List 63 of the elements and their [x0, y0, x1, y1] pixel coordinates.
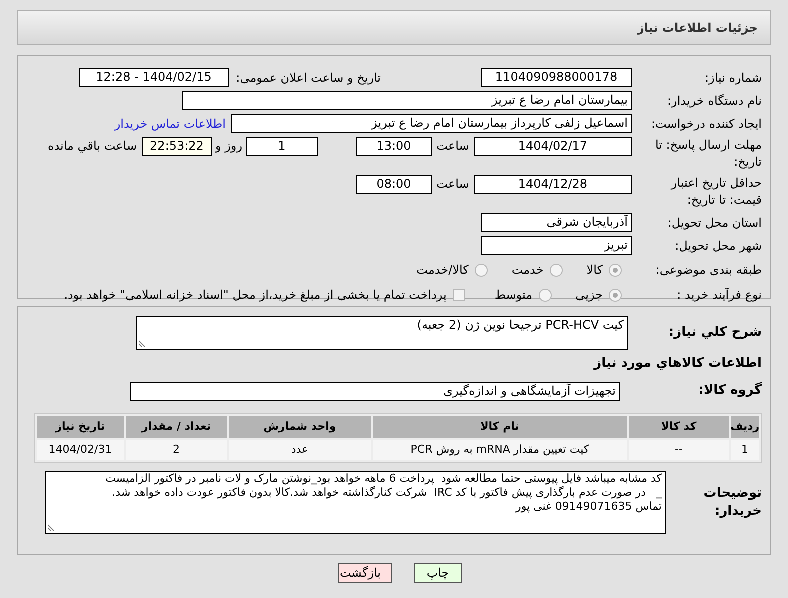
column-header: کد کالا	[629, 416, 729, 438]
creator-field: اسماعیل زلفی کارپرداز بیمارستان امام رضا ع تبریز	[231, 114, 632, 133]
field-label: شهر محل تحویل:	[674, 238, 762, 254]
radio-button[interactable]	[474, 264, 488, 276]
table-cell: 1	[731, 440, 759, 460]
field-label: ساعت باقي مانده	[48, 138, 137, 155]
days-field: 1	[246, 137, 318, 156]
table-cell: عدد	[229, 440, 371, 460]
radio-label: کالا/خدمت	[416, 262, 469, 279]
page-title: جزئیات اطلاعات نیاز	[637, 20, 758, 36]
field-label: حداقل تاریخ اعتبار قیمت: تا تاریخ:	[670, 175, 762, 209]
field-label: شرح كلي نياز:	[668, 324, 762, 342]
field-label: شماره نیاز:	[704, 70, 762, 86]
field-label: توضیحات خریدار:	[702, 484, 762, 520]
field-label: طبقه بندی موضوعی:	[654, 262, 762, 279]
checkbox[interactable]	[452, 289, 465, 301]
field-label: ساعت	[436, 176, 470, 193]
field-label: تاریخ و ساعت اعلان عمومی:	[235, 70, 381, 86]
validity-date-field: 1404/12/28	[474, 175, 632, 194]
field-label: روز و	[214, 138, 244, 155]
field-label: ایجاد کننده درخواست:	[650, 116, 762, 132]
field-label: مهلت ارسال پاسخ: تا تاریخ:	[654, 137, 762, 171]
deadline-time-field: 13:00	[356, 137, 432, 156]
description-field[interactable]: کیت PCR-HCV ترجیحا نوین ژن (2 جعبه)	[136, 316, 628, 350]
radio-button[interactable]	[538, 288, 552, 302]
table-cell: --	[629, 440, 729, 460]
field-label: گروه کالا:	[698, 382, 762, 400]
goods-heading: اطلاعات كالاهاي مورد نياز	[594, 355, 762, 374]
print-button[interactable]: چاپ	[414, 563, 462, 583]
deadline-date-field: 1404/02/17	[474, 137, 632, 156]
buyer-org-field: بیمارستان امام رضا ع تبریز	[182, 91, 632, 110]
column-header: تعداد / مقدار	[126, 416, 227, 438]
column-header: تاریخ نیاز	[37, 416, 124, 438]
buyer-contact-link[interactable]: اطلاعات تماس خریدار	[114, 114, 226, 132]
radio-button[interactable]	[609, 264, 622, 276]
goods-group-field: تجهیزات آزمایشگاهی و اندازه‌گیری	[130, 382, 620, 400]
field-label: استان محل تحویل:	[666, 214, 762, 232]
radio-label: کالا	[586, 262, 603, 279]
column-header: نام کالا	[373, 416, 627, 438]
resize-grip-icon[interactable]	[48, 523, 56, 531]
city-field: تبریز	[481, 236, 632, 255]
table-cell: 1404/02/31	[37, 440, 124, 460]
back-button[interactable]: بازگشت	[338, 563, 392, 583]
column-header: ردیف	[731, 416, 759, 438]
column-header: واحد شمارش	[229, 416, 371, 438]
province-field: آذربایجان شرقی	[481, 213, 632, 232]
radio-label: متوسط	[494, 287, 533, 304]
table-cell: کیت تعیین مقدار mRNA به روش PCR	[373, 440, 627, 460]
field-label: نام دستگاه خریدار:	[666, 92, 762, 110]
validity-time-field: 08:00	[356, 175, 432, 194]
table-cell: 2	[126, 440, 227, 460]
radio-label: جزیی	[576, 287, 603, 304]
treasury-text: پرداخت تمام یا بخشی از مبلغ خرید،از محل "اسناد خزانه اسلامی" خواهد بود.	[64, 287, 447, 304]
radio-button[interactable]	[550, 264, 563, 276]
need-number-field: 1104090988000178	[481, 68, 632, 87]
radio-label: خدمت	[512, 262, 544, 279]
countdown-field: 22:53:22	[142, 137, 212, 156]
field-label: نوع فرآیند خرید :	[676, 287, 762, 304]
buyer-notes-field[interactable]: کد مشابه میباشد فایل پیوستی حتما مطالعه شود پرداخت 6 ماهه خواهد بود_نوشتن مارک و لات نامبر در فاکتور الزامیست _ در صورت عدم بارگذاری پیش فاکتور با کد IRC شرکت کنارگذاشته خواهد شد.کالا بدون فاکتور عودت داده خواهد شد. تماس 09149071635 غنی پور	[45, 471, 666, 534]
announce-date-field: 1404/02/15 - 12:28	[79, 68, 229, 87]
field-label: ساعت	[436, 138, 470, 155]
radio-button[interactable]	[609, 288, 622, 302]
resize-grip-icon[interactable]	[139, 338, 147, 346]
